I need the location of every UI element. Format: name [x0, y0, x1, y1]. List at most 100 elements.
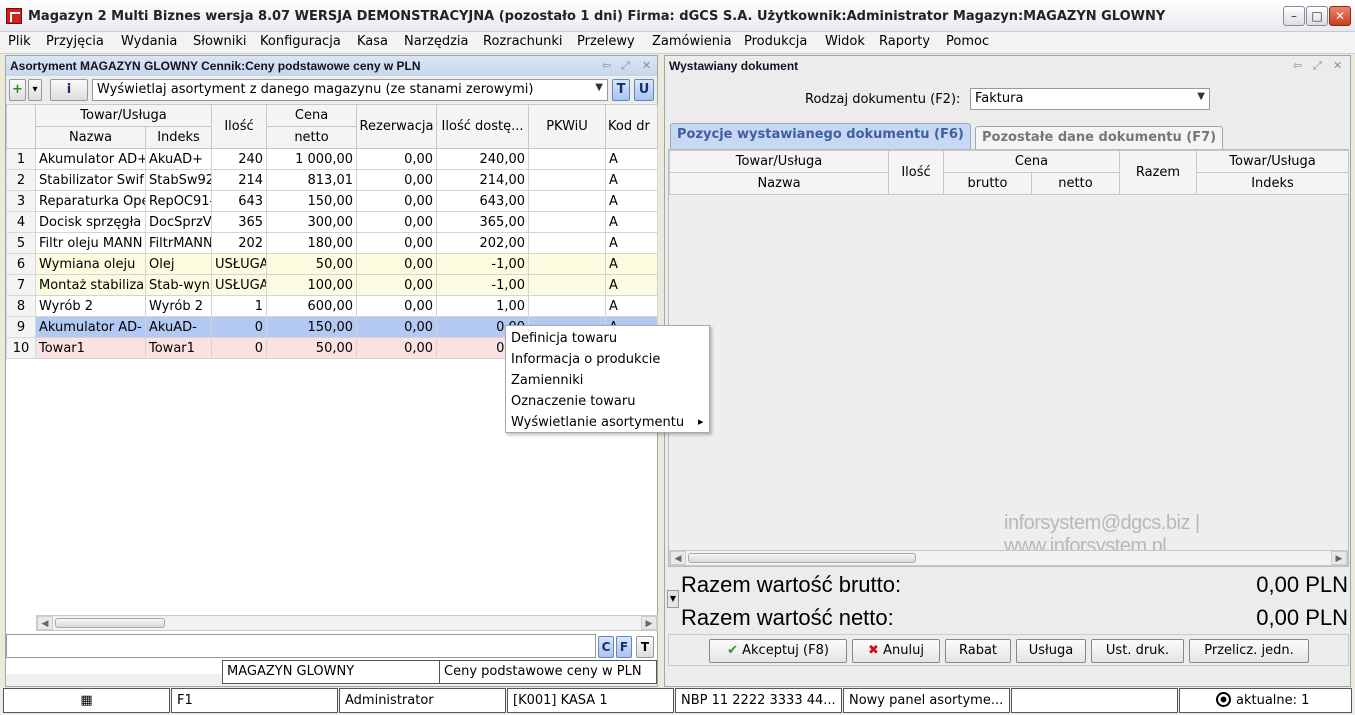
cell-net[interactable]: 180,00 [266, 232, 358, 254]
table-row[interactable]: 7 Montaż stabiliza Stab-wyn USŁUGA 100,00 0,0… [6, 274, 659, 296]
cell-qty[interactable]: 643 [211, 190, 268, 212]
header-code[interactable]: Kod dr [605, 104, 659, 149]
expand-icon[interactable]: ⤢ [621, 59, 630, 73]
table-row[interactable]: 5 Filtr oleju MANN FiltrMANN 202 180,00 0,00 2… [6, 232, 659, 254]
horizontal-scrollbar[interactable]: ◀ ▶ [36, 615, 658, 631]
cell-qty[interactable]: USŁUGA [211, 253, 268, 275]
cell-code[interactable]: A [605, 295, 659, 317]
cell-code[interactable]: A [605, 232, 659, 254]
table-row[interactable]: 3 Reparaturka Ope RepOC91- 643 150,00 0,00 643… [6, 190, 659, 212]
menu-plik[interactable]: Plik [6, 34, 33, 49]
header-pkwiu[interactable]: PKWiU [528, 104, 607, 149]
cell-name[interactable]: Filtr oleju MANN [35, 232, 146, 254]
table-row[interactable]: 6 Wymiana oleju Olej USŁUGA 50,00 0,00 -1,00 A [6, 253, 659, 275]
cell-net[interactable]: 100,00 [266, 274, 358, 296]
ctx-item-substitutes[interactable]: Zamienniki [511, 373, 583, 388]
cell-pkwiu[interactable] [528, 232, 607, 254]
accept-button[interactable]: ✔ Akceptuj (F8) [709, 639, 847, 663]
cell-name[interactable]: Wymiana oleju [35, 253, 146, 275]
doc-header-net[interactable]: netto [1031, 172, 1120, 195]
cell-name[interactable]: Stabilizator Swif [35, 169, 146, 191]
cell-available[interactable]: 202,00 [436, 232, 530, 254]
f-button[interactable]: F [616, 636, 632, 658]
cell-name[interactable]: Wyrób 2 [35, 295, 146, 317]
cell-index[interactable]: StabSw92 [144, 169, 213, 191]
cell-code[interactable]: A [605, 211, 659, 233]
add-item-button[interactable]: + [9, 79, 26, 101]
header-net[interactable]: netto [266, 126, 358, 149]
cell-reservation[interactable]: 0,00 [356, 232, 438, 254]
info-button[interactable]: i [50, 79, 88, 101]
cell-net[interactable]: 50,00 [266, 337, 358, 359]
menu-produkcja[interactable]: Produkcja [742, 34, 809, 49]
cell-reservation[interactable]: 0,00 [356, 148, 438, 170]
cell-code[interactable]: A [605, 274, 659, 296]
menu-konfiguracja[interactable]: Konfiguracja [258, 34, 343, 49]
menu-rozrachunki[interactable]: Rozrachunki [481, 34, 565, 49]
cell-pkwiu[interactable] [528, 190, 607, 212]
cell-available[interactable]: 1,00 [436, 295, 530, 317]
close-panel-icon[interactable]: ✕ [642, 59, 651, 72]
cell-net[interactable]: 813,01 [266, 169, 358, 191]
cancel-button[interactable]: ✖ Anuluj [852, 639, 940, 663]
cell-index[interactable]: Stab-wyn [144, 274, 213, 296]
close-panel-icon[interactable]: ✕ [1333, 59, 1342, 72]
collapse-totals-icon[interactable]: ▼ [667, 590, 679, 608]
header-name[interactable]: Nazwa [35, 126, 146, 149]
cell-reservation[interactable]: 0,00 [356, 190, 438, 212]
print-settings-button[interactable]: Ust. druk. [1091, 639, 1184, 663]
cell-name[interactable]: Akumulator AD+ [35, 148, 146, 170]
row-number[interactable]: 7 [6, 274, 36, 296]
ctx-item-product-definition[interactable]: Definicja towaru [511, 331, 617, 346]
cell-code[interactable]: A [605, 148, 659, 170]
table-row[interactable]: 1 Akumulator AD+ AkuAD+ 240 1 000,00 0,00 240,… [6, 148, 659, 170]
header-available[interactable]: Ilość dostę... [436, 104, 530, 149]
cell-qty[interactable]: 1 [211, 295, 268, 317]
row-number[interactable]: 8 [6, 295, 36, 317]
expand-icon[interactable]: ⤢ [1313, 59, 1322, 73]
cell-pkwiu[interactable] [528, 169, 607, 191]
doc-header-qty[interactable]: Ilość [888, 150, 944, 195]
row-number[interactable]: 9 [6, 316, 36, 338]
cell-index[interactable]: Olej [144, 253, 213, 275]
doc-header-name[interactable]: Nazwa [669, 172, 889, 195]
cell-net[interactable]: 300,00 [266, 211, 358, 233]
cell-index[interactable]: Towar1 [144, 337, 213, 359]
add-dropdown-button[interactable]: ▾ [28, 79, 42, 101]
c-button[interactable]: C [598, 636, 614, 658]
row-number[interactable]: 6 [6, 253, 36, 275]
cell-pkwiu[interactable] [528, 253, 607, 275]
doc-header-gross[interactable]: brutto [943, 172, 1032, 195]
cell-code[interactable]: A [605, 253, 659, 275]
cell-index[interactable]: FiltrMANN [144, 232, 213, 254]
cell-available[interactable]: 643,00 [436, 190, 530, 212]
scroll-thumb[interactable] [55, 618, 165, 628]
cell-name[interactable]: Akumulator AD- [35, 316, 146, 338]
scroll-right-icon[interactable]: ▶ [641, 616, 657, 630]
menu-slowniki[interactable]: Słowniki [191, 34, 249, 49]
menu-przyjecia[interactable]: Przyjęcia [44, 34, 106, 49]
cell-code[interactable]: A [605, 190, 659, 212]
cell-net[interactable]: 600,00 [266, 295, 358, 317]
header-qty[interactable]: Ilość [211, 104, 268, 149]
cell-qty[interactable]: 214 [211, 169, 268, 191]
cell-pkwiu[interactable] [528, 295, 607, 317]
pin-icon[interactable]: ⇦ [602, 59, 611, 72]
minimize-button[interactable]: – [1283, 6, 1305, 26]
cell-pkwiu[interactable] [528, 211, 607, 233]
table-row[interactable]: 4 Docisk sprzęgła DocSprzV 365 300,00 0,00 365… [6, 211, 659, 233]
assortment-search-input[interactable] [6, 634, 596, 658]
cell-available[interactable]: 365,00 [436, 211, 530, 233]
cell-reservation[interactable]: 0,00 [356, 316, 438, 338]
cell-qty[interactable]: USŁUGA [211, 274, 268, 296]
cell-pkwiu[interactable] [528, 148, 607, 170]
pin-icon[interactable]: ⇦ [1293, 59, 1302, 72]
tab-other-document-data[interactable]: Pozostałe dane dokumentu (F7) [975, 126, 1224, 149]
cell-qty[interactable]: 365 [211, 211, 268, 233]
cell-net[interactable]: 150,00 [266, 316, 358, 338]
t-search-button[interactable]: T [636, 636, 654, 658]
row-number[interactable]: 4 [6, 211, 36, 233]
menu-kasa[interactable]: Kasa [355, 34, 390, 49]
cell-index[interactable]: DocSprzV [144, 211, 213, 233]
cell-qty[interactable]: 202 [211, 232, 268, 254]
